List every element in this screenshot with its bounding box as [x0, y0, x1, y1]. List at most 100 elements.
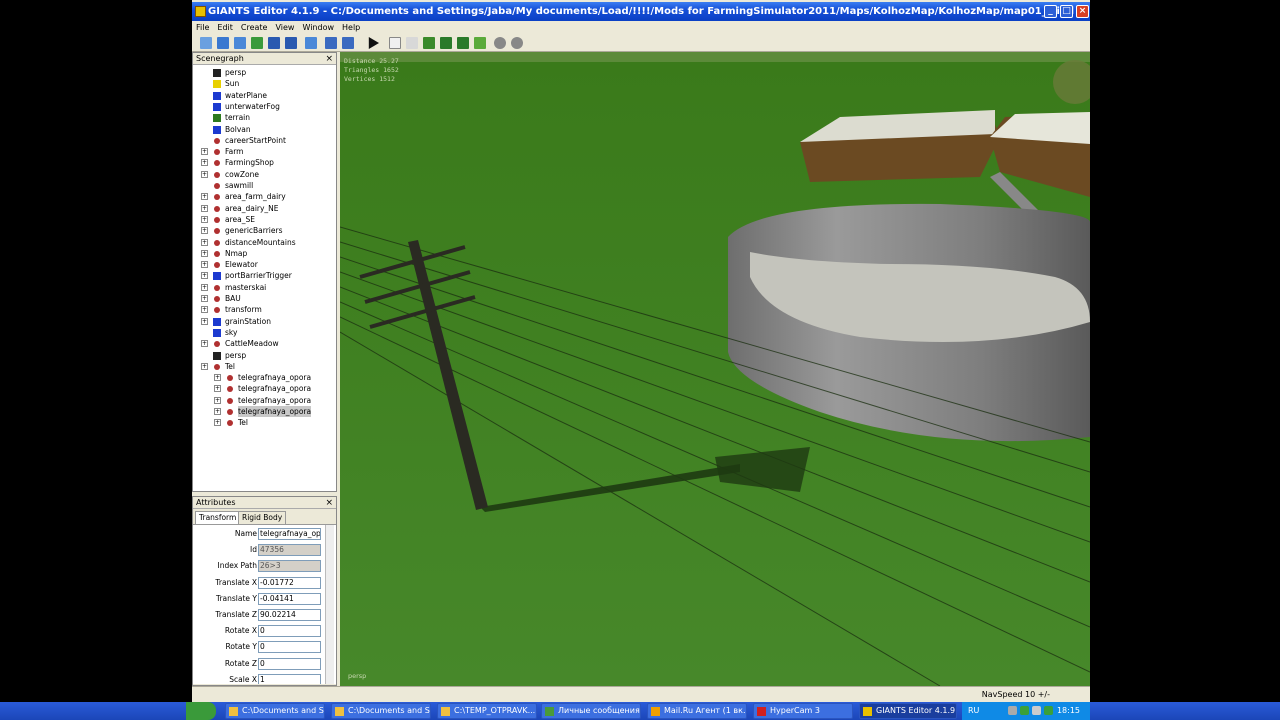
minimize-button[interactable]: _: [1044, 5, 1057, 18]
close-button[interactable]: ×: [1076, 5, 1089, 18]
menu-file[interactable]: File: [192, 21, 213, 34]
expand-toggle-icon[interactable]: +: [201, 215, 208, 223]
tree-node-label: cowZone: [225, 169, 259, 179]
attribute-value-field[interactable]: -0.01772: [258, 576, 321, 589]
expand-toggle-icon[interactable]: +: [214, 374, 221, 382]
foliage-paint-icon[interactable]: [457, 37, 469, 49]
transform-icon: [227, 375, 233, 382]
taskbar-item[interactable]: C:\Documents and S...: [331, 703, 431, 719]
attribute-row: Nametelegrafnaya_opora: [193, 527, 323, 541]
expand-toggle-icon[interactable]: +: [201, 249, 208, 257]
attribute-label: Rotate Z: [224, 658, 257, 668]
transform-icon: [214, 160, 220, 167]
attribute-value-field[interactable]: 90.02214: [258, 609, 321, 621]
shape-icon: [213, 102, 221, 111]
attributes-scrollbar[interactable]: [325, 525, 334, 684]
redo-icon[interactable]: [342, 37, 354, 49]
expand-toggle-icon[interactable]: +: [214, 419, 221, 427]
maximize-button[interactable]: □: [1060, 5, 1073, 18]
expand-toggle-icon[interactable]: +: [201, 295, 208, 302]
move-tool-icon[interactable]: [406, 37, 418, 49]
play-icon[interactable]: [368, 37, 379, 49]
attribute-value-field[interactable]: 0: [258, 641, 321, 654]
import-icon[interactable]: [234, 37, 246, 49]
language-indicator[interactable]: RU: [968, 702, 979, 720]
expand-toggle-icon[interactable]: +: [201, 306, 208, 314]
attribute-value-field: 47356: [258, 544, 321, 557]
save-icon[interactable]: [268, 37, 280, 49]
new-file-icon[interactable]: [200, 37, 212, 49]
expand-toggle-icon[interactable]: +: [201, 238, 208, 246]
scene-render: [340, 52, 1090, 686]
attributes-panel: Attributes × Transform Rigid Body Name te…: [192, 496, 337, 686]
expand-toggle-icon[interactable]: +: [214, 385, 221, 393]
menu-view[interactable]: View: [271, 21, 298, 34]
attribute-value-field[interactable]: 0: [258, 657, 321, 670]
expand-toggle-icon[interactable]: +: [201, 227, 208, 235]
menu-window[interactable]: Window: [298, 21, 338, 34]
taskbar-item[interactable]: C:\Documents and S...: [225, 703, 325, 719]
expand-toggle-icon[interactable]: +: [201, 204, 208, 212]
terrain-paint-icon[interactable]: [440, 37, 452, 49]
open-file-icon[interactable]: [217, 37, 229, 49]
undo-icon[interactable]: [325, 37, 337, 49]
target-icon[interactable]: [511, 37, 523, 49]
tree-node-label: genericBarriers: [225, 226, 283, 236]
3d-viewport[interactable]: Distance 25.27 Triangles 1652 Vertices 1…: [340, 52, 1090, 686]
tab-transform[interactable]: Transform: [195, 511, 241, 524]
start-button[interactable]: [186, 702, 216, 720]
taskbar-item[interactable]: C:\TEMP_OTPRAVK...: [437, 703, 537, 719]
scenegraph-close-button[interactable]: ×: [325, 53, 333, 65]
triangles-readout: Triangles 1652: [344, 66, 399, 74]
menu-create[interactable]: Create: [237, 21, 272, 34]
menu-edit[interactable]: Edit: [213, 21, 237, 34]
attributes-close-button[interactable]: ×: [325, 497, 333, 509]
taskbar-item[interactable]: Mail.Ru Агент (1 вк...: [647, 703, 747, 719]
expand-toggle-icon[interactable]: +: [214, 396, 221, 404]
terrain-sculpt-icon[interactable]: [423, 37, 435, 49]
gear-icon[interactable]: [494, 37, 506, 49]
expand-toggle-icon[interactable]: +: [201, 170, 208, 178]
expand-toggle-icon[interactable]: +: [201, 340, 208, 348]
expand-toggle-icon[interactable]: +: [201, 362, 208, 370]
plant-icon[interactable]: [474, 37, 486, 49]
tray-app-icon-2[interactable]: [1044, 706, 1053, 715]
tree-node-label: Elewator: [225, 260, 258, 270]
expand-toggle-icon[interactable]: +: [201, 317, 208, 325]
menu-help[interactable]: Help: [338, 21, 364, 34]
attribute-value-field[interactable]: -0.04141: [258, 592, 321, 605]
volume-icon[interactable]: [1032, 706, 1041, 715]
status-bar: NavSpeed 10 +/-: [192, 686, 1090, 702]
tree-node-label: persp: [225, 68, 247, 77]
expand-toggle-icon[interactable]: +: [201, 193, 208, 201]
expand-toggle-icon[interactable]: +: [201, 272, 208, 280]
attribute-value-field[interactable]: 1: [258, 673, 321, 684]
expand-toggle-icon[interactable]: +: [201, 159, 208, 167]
attribute-value-field[interactable]: 0: [258, 625, 321, 638]
taskbar-item[interactable]: Личные сообщения...: [541, 703, 641, 719]
transform-icon: [214, 239, 220, 246]
attribute-fields: Nametelegrafnaya_oporaId47356Index Path2…: [193, 524, 336, 684]
export-icon[interactable]: [305, 37, 317, 49]
save-as-icon[interactable]: [285, 37, 297, 49]
select-tool-icon[interactable]: [389, 37, 401, 49]
shape-icon: [213, 272, 221, 281]
transform-icon: [227, 386, 233, 393]
expand-toggle-icon[interactable]: +: [201, 283, 208, 291]
expand-toggle-icon[interactable]: +: [214, 408, 221, 415]
taskbar-item[interactable]: GIANTS Editor 4.1.9...: [859, 703, 957, 719]
tray-app-icon[interactable]: [1008, 706, 1017, 715]
tree-node-label: sky: [225, 327, 238, 337]
expand-toggle-icon[interactable]: +: [201, 148, 208, 156]
shape-icon: [213, 91, 221, 100]
title-bar[interactable]: GIANTS Editor 4.1.9 - C:/Documents and S…: [192, 2, 1090, 21]
taskbar-item[interactable]: HyperCam 3: [753, 703, 853, 719]
refresh-icon[interactable]: [251, 37, 263, 49]
expand-toggle-icon[interactable]: +: [201, 261, 208, 269]
transform-icon: [214, 284, 220, 291]
attribute-value-field[interactable]: telegrafnaya_opora: [258, 528, 321, 540]
vertices-readout: Vertices 1512: [344, 75, 395, 83]
network-icon[interactable]: [1020, 706, 1029, 715]
attribute-row: Translate Y -0.04141: [193, 592, 323, 606]
tab-rigid-body[interactable]: Rigid Body: [238, 511, 287, 524]
